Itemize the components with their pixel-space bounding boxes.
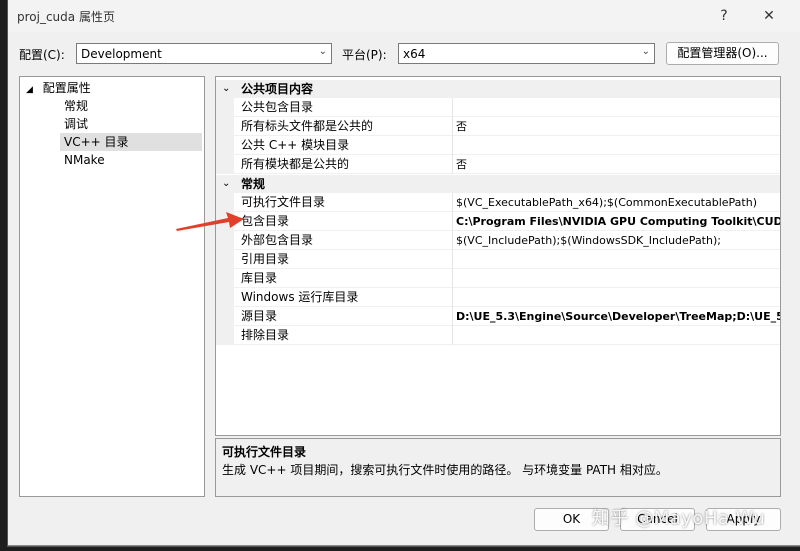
platform-value: x64	[403, 47, 426, 61]
chevron-down-icon: ⌄	[641, 46, 650, 57]
property-row[interactable]: 公共 C++ 模块目录	[216, 136, 780, 155]
tree-item-label: 调试	[64, 117, 89, 131]
property-value: D:\UE_5.3\Engine\Source\Developer\TreeMa…	[456, 310, 781, 323]
collapse-triangle-icon: ⌄	[222, 83, 231, 94]
property-name: Windows 运行库目录	[241, 290, 359, 304]
property-row[interactable]: 引用目录	[216, 250, 780, 269]
category-header[interactable]: ⌄ 常规	[216, 175, 780, 193]
property-name: 所有标头文件都是公共的	[241, 119, 374, 133]
property-row[interactable]: 所有模块都是公共的 否	[216, 155, 780, 174]
property-name: 公共 C++ 模块目录	[241, 138, 350, 152]
property-grid: ⌄ 公共项目内容 公共包含目录 所有标头文件都是公共的否 公共 C++ 模块目录…	[215, 76, 781, 436]
annotation-arrow-icon	[176, 212, 244, 231]
tree-item-label: NMake	[64, 153, 105, 167]
property-row[interactable]: 所有标头文件都是公共的 否	[216, 117, 780, 136]
property-row[interactable]: 可执行文件目录 $(VC_ExecutablePath_x64);$(Common…	[216, 193, 780, 212]
property-value: $(VC_IncludePath);$(WindowsSDK_IncludePa…	[456, 234, 721, 247]
property-name: 排除目录	[241, 328, 290, 342]
collapse-triangle-icon: ⌄	[222, 178, 231, 189]
category-name: 公共项目内容	[241, 82, 314, 96]
property-pages-dialog: proj_cuda 属性页 ? ✕ 配置(C): Development ⌄ 平…	[8, 0, 800, 546]
property-name: 公共包含目录	[241, 100, 314, 114]
category-header[interactable]: ⌄ 公共项目内容	[216, 80, 780, 98]
chevron-down-icon: ⌄	[318, 46, 327, 57]
property-name: 库目录	[241, 271, 278, 285]
property-row[interactable]: Windows 运行库目录	[216, 288, 780, 307]
expand-triangle-icon: ◢	[26, 85, 33, 95]
platform-label: 平台(P):	[342, 48, 387, 62]
tree-item-label: VC++ 目录	[64, 135, 129, 149]
property-name: 引用目录	[241, 252, 290, 266]
config-combo[interactable]: Development ⌄	[76, 43, 332, 64]
property-name: 可执行文件目录	[241, 195, 326, 209]
property-row[interactable]: 包含目录 C:\Program Files\NVIDIA GPU Computin…	[216, 212, 780, 231]
title-bar: proj_cuda 属性页 ? ✕	[8, 0, 800, 32]
tree-root-label: 配置属性	[42, 81, 91, 95]
tree-item-label: 常规	[64, 99, 89, 113]
property-row[interactable]: 源目录 D:\UE_5.3\Engine\Source\Developer\Tre…	[216, 307, 780, 326]
tree-root[interactable]: ◢ 配置属性	[26, 79, 202, 97]
property-value: $(VC_ExecutablePath_x64);$(CommonExecuta…	[456, 196, 757, 209]
property-name: 外部包含目录	[241, 233, 314, 247]
platform-combo[interactable]: x64 ⌄	[398, 43, 655, 64]
property-row[interactable]: 排除目录	[216, 326, 780, 345]
config-manager-button[interactable]: 配置管理器(O)...	[666, 42, 779, 65]
property-value: C:\Program Files\NVIDIA GPU Computing To…	[456, 215, 781, 228]
property-row[interactable]: 外部包含目录 $(VC_IncludePath);$(WindowsSDK_Inc…	[216, 231, 780, 250]
close-button[interactable]: ✕	[758, 5, 780, 27]
property-row[interactable]: 库目录	[216, 269, 780, 288]
description-text: 生成 VC++ 项目期间，搜索可执行文件时使用的路径。 与环境变量 PATH 相…	[222, 463, 668, 477]
property-name: 源目录	[241, 309, 278, 323]
tree-item-nmake[interactable]: NMake	[64, 151, 202, 169]
property-value: 否	[456, 158, 467, 171]
property-value: 否	[456, 120, 467, 133]
tree-item-vc-directories[interactable]: VC++ 目录	[60, 133, 202, 151]
description-panel: 可执行文件目录 生成 VC++ 项目期间，搜索可执行文件时使用的路径。 与环境变…	[215, 438, 781, 497]
property-name: 所有模块都是公共的	[241, 157, 350, 171]
config-label: 配置(C):	[19, 48, 65, 62]
property-row[interactable]: 公共包含目录	[216, 98, 780, 117]
property-tree: ◢ 配置属性 常规 调试 VC++ 目录 NMake	[19, 76, 205, 497]
config-value: Development	[81, 47, 162, 61]
window-title: proj_cuda 属性页	[17, 10, 115, 24]
watermark: 知乎 @MayoHa.Wu	[592, 508, 766, 529]
description-title: 可执行文件目录	[222, 445, 307, 459]
help-button[interactable]: ?	[713, 5, 735, 27]
category-name: 常规	[241, 177, 266, 191]
tree-item-general[interactable]: 常规	[64, 97, 202, 115]
tree-item-debugging[interactable]: 调试	[64, 115, 202, 133]
